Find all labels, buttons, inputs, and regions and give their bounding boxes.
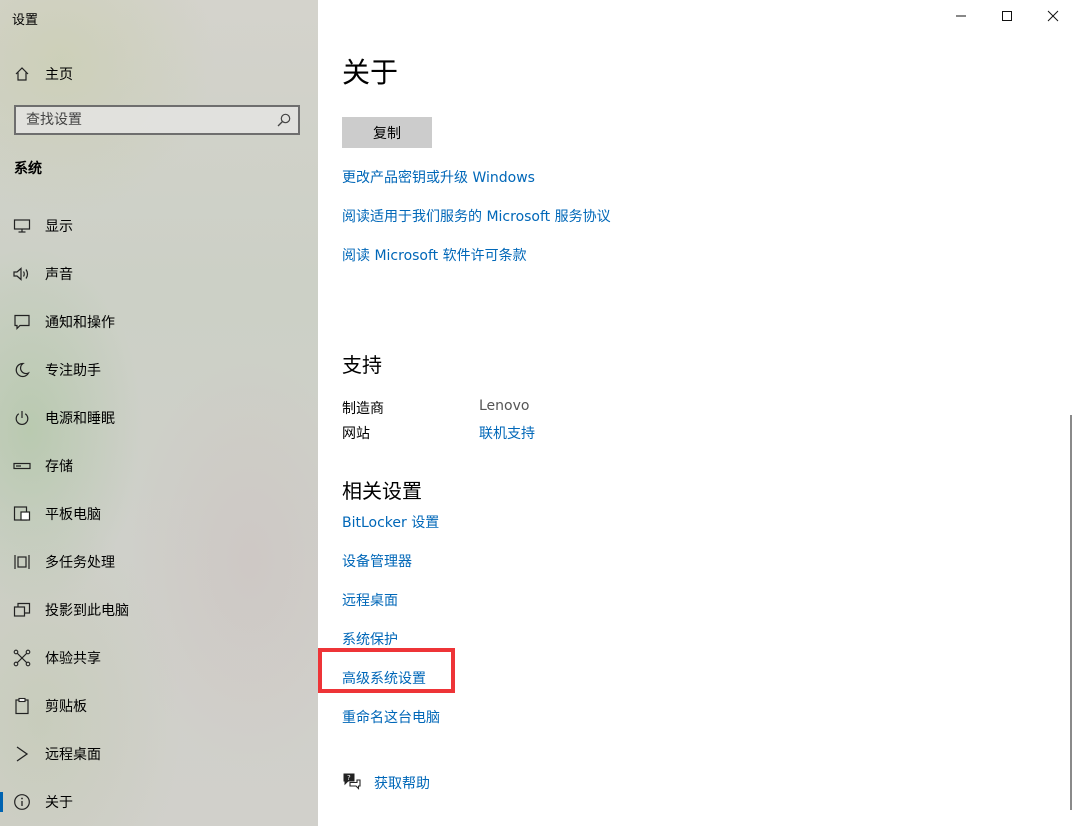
get-help-link[interactable]: ? 获取帮助	[342, 772, 430, 794]
get-help-label: 获取帮助	[374, 776, 430, 792]
sidebar-item-label: 显示	[45, 219, 73, 235]
multitasking-icon	[12, 552, 32, 572]
sidebar-item-clipboard[interactable]: 剪贴板	[0, 686, 318, 726]
info-icon	[12, 792, 32, 812]
sidebar-item-shared-experiences[interactable]: 体验共享	[0, 638, 318, 678]
clipboard-icon	[12, 696, 32, 716]
scrollbar[interactable]	[1070, 415, 1072, 810]
manufacturer-label: 制造商	[342, 401, 384, 417]
clipped-text-fragment	[342, 96, 607, 102]
storage-icon	[12, 456, 32, 476]
sidebar-item-label: 平板电脑	[45, 507, 101, 523]
copy-button[interactable]: 复制	[342, 117, 432, 148]
notification-icon	[12, 312, 32, 332]
sidebar-item-tablet[interactable]: 平板电脑	[0, 494, 318, 534]
sidebar-item-label: 电源和睡眠	[45, 411, 115, 427]
sidebar-item-about[interactable]: 关于	[0, 782, 318, 822]
search-input[interactable]	[16, 107, 266, 133]
sidebar-item-remote-desktop[interactable]: 远程桌面	[0, 734, 318, 774]
related-settings-heading: 相关设置	[342, 479, 422, 503]
device-manager-link[interactable]: 设备管理器	[342, 551, 412, 571]
project-icon	[12, 600, 32, 620]
speaker-icon	[12, 264, 32, 284]
content-pane: 关于 复制 更改产品密钥或升级 Windows 阅读适用于我们服务的 Micro…	[318, 0, 1076, 826]
sidebar-item-label: 远程桌面	[45, 747, 101, 763]
close-button[interactable]	[1030, 0, 1076, 32]
sidebar-item-label: 声音	[45, 267, 73, 283]
moon-icon	[12, 360, 32, 380]
sidebar-item-display[interactable]: 显示	[0, 206, 318, 246]
sidebar-item-label: 存储	[45, 459, 73, 475]
remote-desktop-link[interactable]: 远程桌面	[342, 590, 398, 610]
sidebar-item-label: 通知和操作	[45, 315, 115, 331]
search-icon[interactable]	[276, 112, 292, 128]
section-label: 系统	[14, 161, 42, 177]
service-agreement-link[interactable]: 阅读适用于我们服务的 Microsoft 服务协议	[342, 206, 611, 226]
sidebar-item-project[interactable]: 投影到此电脑	[0, 590, 318, 630]
system-protection-link[interactable]: 系统保护	[342, 629, 398, 649]
power-icon	[12, 408, 32, 428]
sidebar-item-multitasking[interactable]: 多任务处理	[0, 542, 318, 582]
sidebar-item-label: 投影到此电脑	[45, 603, 129, 619]
selection-indicator	[0, 792, 3, 812]
sidebar-item-label: 体验共享	[45, 651, 101, 667]
license-terms-link[interactable]: 阅读 Microsoft 软件许可条款	[342, 245, 527, 265]
app-title: 设置	[12, 13, 39, 28]
home-icon	[12, 64, 32, 84]
close-icon	[1047, 10, 1059, 22]
online-support-link[interactable]: 联机支持	[479, 423, 535, 443]
manufacturer-value: Lenovo	[479, 398, 530, 414]
sidebar-item-home[interactable]: 主页	[0, 54, 318, 94]
minimize-icon	[956, 15, 966, 17]
sidebar-item-label: 关于	[45, 795, 73, 811]
search-box[interactable]	[14, 105, 300, 135]
sidebar-item-label: 专注助手	[45, 363, 101, 379]
share-icon	[12, 648, 32, 668]
sidebar-item-sound[interactable]: 声音	[0, 254, 318, 294]
sidebar-item-notifications[interactable]: 通知和操作	[0, 302, 318, 342]
help-chat-icon: ?	[342, 772, 362, 794]
sidebar-item-focus-assist[interactable]: 专注助手	[0, 350, 318, 390]
maximize-icon	[1002, 11, 1012, 21]
sidebar-item-label: 剪贴板	[45, 699, 87, 715]
minimize-button[interactable]	[938, 0, 984, 32]
website-label: 网站	[342, 426, 370, 442]
settings-window: 设置 主页 系统 显示 声音	[0, 0, 1076, 826]
change-product-key-link[interactable]: 更改产品密钥或升级 Windows	[342, 167, 535, 187]
sidebar-item-label: 多任务处理	[45, 555, 115, 571]
support-heading: 支持	[342, 353, 382, 377]
remote-icon	[12, 744, 32, 764]
sidebar-item-label: 主页	[45, 67, 73, 83]
sidebar-item-power[interactable]: 电源和睡眠	[0, 398, 318, 438]
sidebar-item-storage[interactable]: 存储	[0, 446, 318, 486]
maximize-button[interactable]	[984, 0, 1030, 32]
sidebar: 设置 主页 系统 显示 声音	[0, 0, 318, 826]
bitlocker-settings-link[interactable]: BitLocker 设置	[342, 512, 439, 532]
page-title: 关于	[342, 56, 399, 89]
rename-pc-link[interactable]: 重命名这台电脑	[342, 707, 440, 727]
highlight-annotation	[318, 648, 455, 693]
tablet-icon	[12, 504, 32, 524]
svg-text:?: ?	[347, 774, 351, 782]
monitor-icon	[12, 216, 32, 236]
